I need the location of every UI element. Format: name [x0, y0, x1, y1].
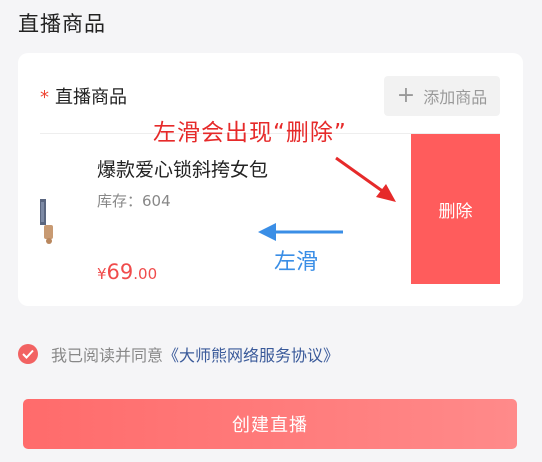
- field-label: * 直播商品: [40, 83, 127, 109]
- page: 直播商品 * 直播商品 + 添加商品 爆款爱心锁斜挎女包 库存：604 ¥69.0…: [0, 0, 542, 462]
- blue-arrow-icon: [258, 223, 343, 241]
- price-decimal: .00: [133, 265, 158, 283]
- product-price: ¥69.00: [97, 260, 157, 284]
- red-arrow-icon: [335, 156, 396, 202]
- agreement-checkbox[interactable]: [18, 344, 38, 364]
- add-product-button[interactable]: + 添加商品: [384, 76, 500, 116]
- section-title: 直播商品: [18, 12, 106, 36]
- delete-button[interactable]: 删除: [411, 134, 500, 284]
- plus-icon: +: [396, 83, 416, 108]
- annotation-swipe-left: 左滑: [274, 250, 319, 275]
- add-product-label: 添加商品: [423, 88, 488, 107]
- create-live-button[interactable]: 创建直播: [23, 399, 517, 449]
- agreement-row: 我已阅读并同意 《大师熊网络服务协议》: [18, 342, 339, 366]
- field-label-text: 直播商品: [55, 87, 127, 108]
- price-integer: 69: [106, 260, 134, 284]
- annotation-swipe-delete: 左滑会出现“删除”: [153, 120, 347, 146]
- required-mark: *: [40, 87, 49, 108]
- product-thumbnail: [40, 199, 53, 244]
- product-stock: 库存：604: [97, 192, 171, 210]
- product-card: * 直播商品 + 添加商品 爆款爱心锁斜挎女包 库存：604 ¥69.00 删除 …: [18, 53, 523, 306]
- product-name: 爆款爱心锁斜挎女包: [97, 159, 269, 181]
- price-symbol: ¥: [97, 265, 107, 283]
- agreement-link[interactable]: 《大师熊网络服务协议》: [163, 342, 339, 366]
- check-icon: [22, 349, 34, 359]
- agreement-prefix: 我已阅读并同意: [51, 346, 164, 365]
